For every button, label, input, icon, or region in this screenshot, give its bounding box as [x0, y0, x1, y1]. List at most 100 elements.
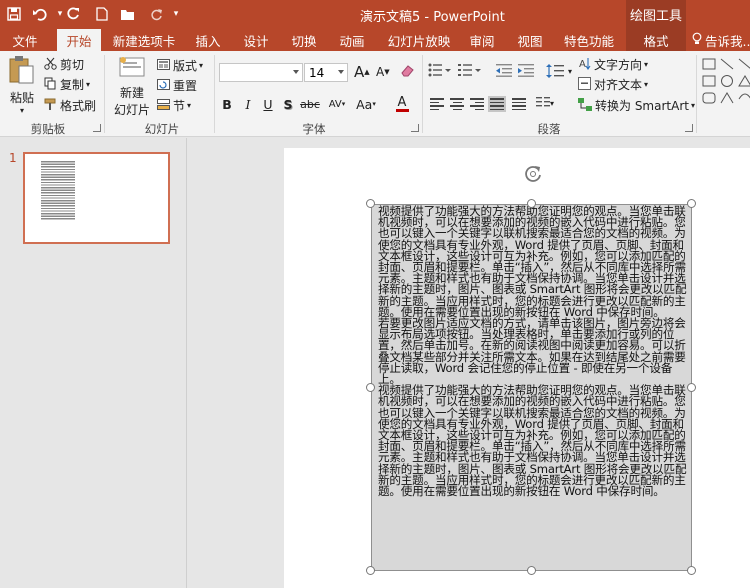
layout-icon: [157, 58, 170, 73]
align-center-button[interactable]: [450, 98, 464, 110]
justify-button[interactable]: [488, 96, 506, 112]
section-label: 节: [173, 99, 186, 113]
align-text-label: 对齐文本: [594, 78, 643, 92]
refresh-icon[interactable]: [146, 4, 166, 24]
tab-featured[interactable]: 特色功能: [558, 29, 620, 51]
chevron-down-icon: ▾: [568, 66, 573, 76]
decrease-indent-icon: [496, 64, 512, 77]
text-paragraph: 视频提供了功能强大的方法帮助您证明您的观点。当您单击联机视频时，可以在想要添加的…: [378, 383, 687, 499]
chevron-down-icon: ▾: [644, 60, 649, 69]
reset-button[interactable]: 重置: [157, 77, 197, 94]
cut-button[interactable]: 剪切: [44, 56, 84, 73]
text-direction-button[interactable]: A 文字方向 ▾: [578, 56, 648, 73]
line-spacing-button[interactable]: ▾: [546, 63, 572, 79]
tell-me-box[interactable]: 告诉我...: [692, 29, 750, 51]
resize-handle-top-right[interactable]: [687, 199, 696, 208]
tab-insert[interactable]: 插入: [186, 29, 230, 51]
decrease-indent-button[interactable]: [496, 63, 512, 77]
slide-thumbnail[interactable]: [23, 152, 170, 244]
new-icon[interactable]: [92, 4, 112, 24]
layout-label: 版式: [173, 59, 198, 73]
font-launcher-icon[interactable]: [411, 124, 419, 132]
tab-transitions[interactable]: 切换: [282, 29, 326, 51]
customize-toolbar-icon[interactable]: ▾: [166, 4, 186, 24]
font-size-combo[interactable]: 14: [304, 63, 348, 82]
increase-indent-button[interactable]: [518, 63, 534, 77]
section-button[interactable]: 节 ▾: [157, 97, 191, 114]
tab-new-tab[interactable]: 新建选项卡: [108, 29, 180, 51]
resize-handle-bottom[interactable]: [527, 566, 536, 575]
thumbnail-text-preview: [41, 161, 75, 221]
shadow-button[interactable]: S: [281, 95, 295, 113]
text-box-content[interactable]: 视频提供了功能强大的方法帮助您证明您的观点。当您单击联机视频时，可以在想要添加的…: [378, 204, 689, 499]
reset-icon: [157, 78, 170, 93]
shrink-font-button[interactable]: A ▼: [376, 65, 390, 79]
line-spacing-icon: [546, 64, 564, 78]
layout-button[interactable]: 版式 ▾: [157, 57, 203, 74]
drawing-tools-header: 绘图工具: [626, 0, 686, 29]
open-icon[interactable]: [118, 4, 138, 24]
font-group-label: 字体: [302, 122, 326, 136]
paste-button[interactable]: 粘贴 ▾: [6, 55, 38, 115]
tell-me-label: 告诉我...: [705, 33, 750, 49]
numbering-button[interactable]: [458, 63, 482, 77]
tab-review[interactable]: 审阅: [462, 29, 502, 51]
shapes-gallery[interactable]: [701, 55, 750, 113]
bullets-button[interactable]: [428, 63, 452, 77]
chevron-down-icon: ▾: [690, 101, 695, 110]
tab-file[interactable]: 文件: [0, 29, 50, 51]
underline-button[interactable]: U: [261, 95, 275, 113]
distributed-button[interactable]: [512, 98, 526, 110]
slides-group-label: 幻灯片: [144, 122, 180, 136]
shrink-font-icon: A: [376, 65, 385, 79]
columns-icon: [536, 97, 550, 107]
strikethrough-button[interactable]: abc: [299, 95, 321, 113]
tab-slideshow[interactable]: 幻灯片放映: [382, 29, 456, 51]
chevron-down-icon: [338, 70, 344, 74]
chevron-down-icon: ▾: [644, 80, 649, 89]
paragraph-launcher-icon[interactable]: [685, 124, 693, 132]
italic-button[interactable]: I: [241, 95, 255, 113]
new-slide-button[interactable]: 新建 幻灯片: [110, 55, 154, 117]
text-paragraph: 视频提供了功能强大的方法帮助您证明您的观点。当您单击联机视频时，可以在想要添加的…: [378, 204, 687, 319]
align-text-button[interactable]: 对齐文本 ▾: [578, 76, 648, 93]
copy-button[interactable]: 复制 ▾: [44, 76, 90, 93]
resize-handle-top[interactable]: [527, 199, 536, 208]
tab-view[interactable]: 视图: [510, 29, 550, 51]
chevron-down-icon: [293, 70, 299, 74]
change-case-icon: Aa: [356, 96, 373, 112]
tab-animations[interactable]: 动画: [330, 29, 374, 51]
align-left-button[interactable]: [430, 98, 444, 110]
group-divider: [422, 55, 423, 133]
text-box[interactable]: 视频提供了功能强大的方法帮助您证明您的观点。当您单击联机视频时，可以在想要添加的…: [371, 204, 692, 571]
redo-icon[interactable]: [64, 4, 84, 24]
save-icon[interactable]: [4, 4, 24, 24]
resize-handle-top-left[interactable]: [366, 199, 375, 208]
resize-handle-right[interactable]: [687, 383, 696, 392]
clipboard-group-label: 剪贴板: [30, 122, 66, 136]
character-spacing-button[interactable]: AV ▾: [326, 95, 348, 113]
font-color-button[interactable]: A: [388, 95, 416, 113]
rotate-handle-icon[interactable]: [523, 164, 543, 184]
tab-design[interactable]: 设计: [234, 29, 278, 51]
columns-button[interactable]: ▾: [536, 96, 554, 110]
resize-handle-left[interactable]: [366, 383, 375, 392]
resize-handle-bottom-right[interactable]: [687, 566, 696, 575]
font-name-combo[interactable]: [219, 63, 303, 82]
tab-home[interactable]: 开始: [57, 29, 101, 51]
clear-formatting-button[interactable]: [400, 63, 415, 81]
tab-format[interactable]: 格式: [626, 29, 686, 51]
change-case-button[interactable]: Aa ▾: [352, 95, 380, 113]
convert-smartart-button[interactable]: 转换为 SmartArt ▾: [578, 97, 695, 114]
undo-icon[interactable]: [30, 4, 50, 24]
eraser-icon: [400, 63, 415, 81]
grow-font-button[interactable]: A ▲: [354, 63, 370, 81]
align-right-button[interactable]: [470, 98, 484, 110]
bold-button[interactable]: B: [220, 95, 234, 113]
group-divider: [104, 55, 105, 133]
resize-handle-bottom-left[interactable]: [366, 566, 375, 575]
text-direction-icon: A: [578, 57, 591, 73]
format-painter-button[interactable]: 格式刷: [44, 97, 96, 114]
clipboard-launcher-icon[interactable]: [93, 124, 101, 132]
paragraph-group-label: 段落: [537, 122, 561, 136]
